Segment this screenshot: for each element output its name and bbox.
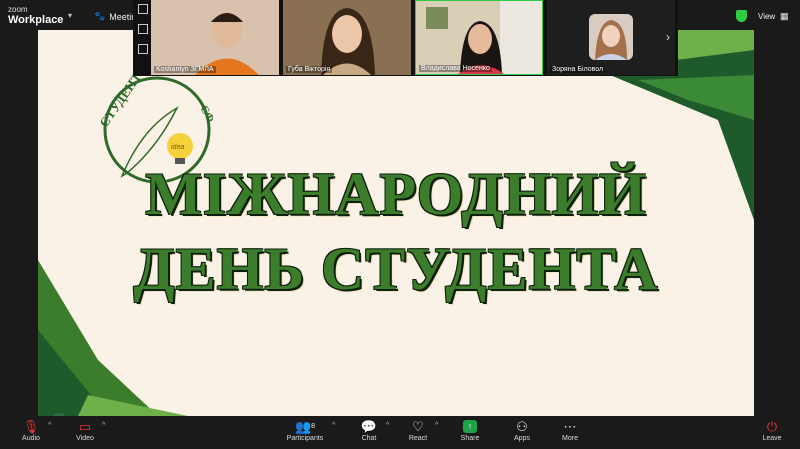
headline-line1: МІЖНАРОДНИЙ — [145, 161, 647, 227]
more-icon: ⋯ — [563, 419, 577, 434]
view-button[interactable]: View — [758, 12, 775, 21]
participants-button[interactable]: 👥8 Participants ^ — [280, 419, 336, 442]
participant-tile[interactable]: Kostiantyn ЗГМЛА — [151, 0, 279, 75]
react-button[interactable]: ♡ React ^ — [393, 419, 443, 442]
shared-slide: СТУДЕНТСЬКА СФ idea МІЖНАРОДНИЙ ДЕНЬ СТУ… — [38, 30, 754, 416]
more-button[interactable]: ⋯ More — [545, 419, 595, 442]
chevron-up-icon[interactable]: ^ — [48, 422, 51, 429]
minimize-icon[interactable] — [138, 4, 148, 14]
participant-video — [416, 1, 542, 74]
headline-line2: ДЕНЬ СТУДЕНТА — [133, 236, 659, 302]
chevron-up-icon[interactable]: ^ — [435, 422, 438, 429]
leave-label: Leave — [762, 435, 782, 442]
paw-icon: 🐾 — [94, 11, 106, 21]
grid-icon[interactable]: ▦ — [780, 11, 789, 22]
react-label: React — [408, 435, 428, 442]
video-button[interactable]: ▭ Video ^ — [60, 419, 110, 442]
participant-video — [151, 0, 279, 75]
leave-button[interactable]: ⏻ Leave — [747, 419, 797, 442]
layout-icon[interactable] — [138, 24, 148, 34]
share-label: Share — [460, 435, 480, 442]
participants-count: 8 — [311, 423, 316, 430]
participants-icon: 👥8 — [294, 419, 316, 434]
apps-label: Apps — [514, 435, 530, 442]
video-label: Video — [76, 435, 94, 442]
logo-bulb-text: idea — [171, 144, 184, 151]
participant-name: Губа Вікторія — [286, 66, 333, 73]
share-arrow-icon: ↑ — [463, 420, 477, 433]
more-label: More — [562, 435, 578, 442]
strip-controls — [136, 4, 150, 64]
chevron-up-icon[interactable]: ^ — [386, 422, 389, 429]
meeting-toolbar: 🎙 Audio ^ ▭ Video ^ 👥8 Participants ^ 💬 … — [0, 416, 800, 449]
participant-tile[interactable]: Зоряна Біловол — [547, 0, 675, 75]
participant-tile-active-speaker[interactable]: Владислава Носенко — [415, 0, 543, 75]
brand-workplace: Workplace — [8, 14, 64, 26]
chat-button[interactable]: 💬 Chat ^ — [344, 419, 394, 442]
grid-icon[interactable] — [138, 44, 148, 54]
participant-tile[interactable]: Губа Вікторія — [283, 0, 411, 75]
video-strip: Kostiantyn ЗГМЛА Губа Вікторія Владислав… — [133, 0, 678, 76]
apps-icon: ⚇ — [516, 419, 528, 434]
participants-label: Participants — [286, 435, 324, 442]
participant-avatar — [547, 0, 675, 75]
chat-label: Chat — [361, 435, 377, 442]
apps-button[interactable]: ⚇ Apps — [497, 419, 547, 442]
security-shield-icon[interactable] — [736, 10, 747, 22]
chevron-up-icon[interactable]: ^ — [332, 422, 335, 429]
audio-button[interactable]: 🎙 Audio ^ — [6, 419, 56, 442]
chevron-up-icon[interactable]: ^ — [102, 422, 105, 429]
leave-icon: ⏻ — [766, 419, 778, 434]
audio-label: Audio — [22, 435, 40, 442]
zoom-workplace-brand: zoom Workplace — [8, 6, 63, 26]
chevron-right-icon[interactable]: › — [666, 30, 670, 44]
share-button[interactable]: ↑ Share — [445, 419, 495, 442]
participant-name: Зоряна Біловол — [550, 66, 606, 73]
participant-video — [283, 0, 411, 75]
participant-name: Владислава Носенко — [419, 65, 492, 72]
brand-zoom: zoom — [8, 5, 28, 14]
participant-name: Kostiantyn ЗГМЛА — [154, 66, 216, 73]
chevron-down-icon[interactable]: ▾ — [68, 11, 72, 20]
logo-right-text: СФ — [197, 104, 216, 126]
